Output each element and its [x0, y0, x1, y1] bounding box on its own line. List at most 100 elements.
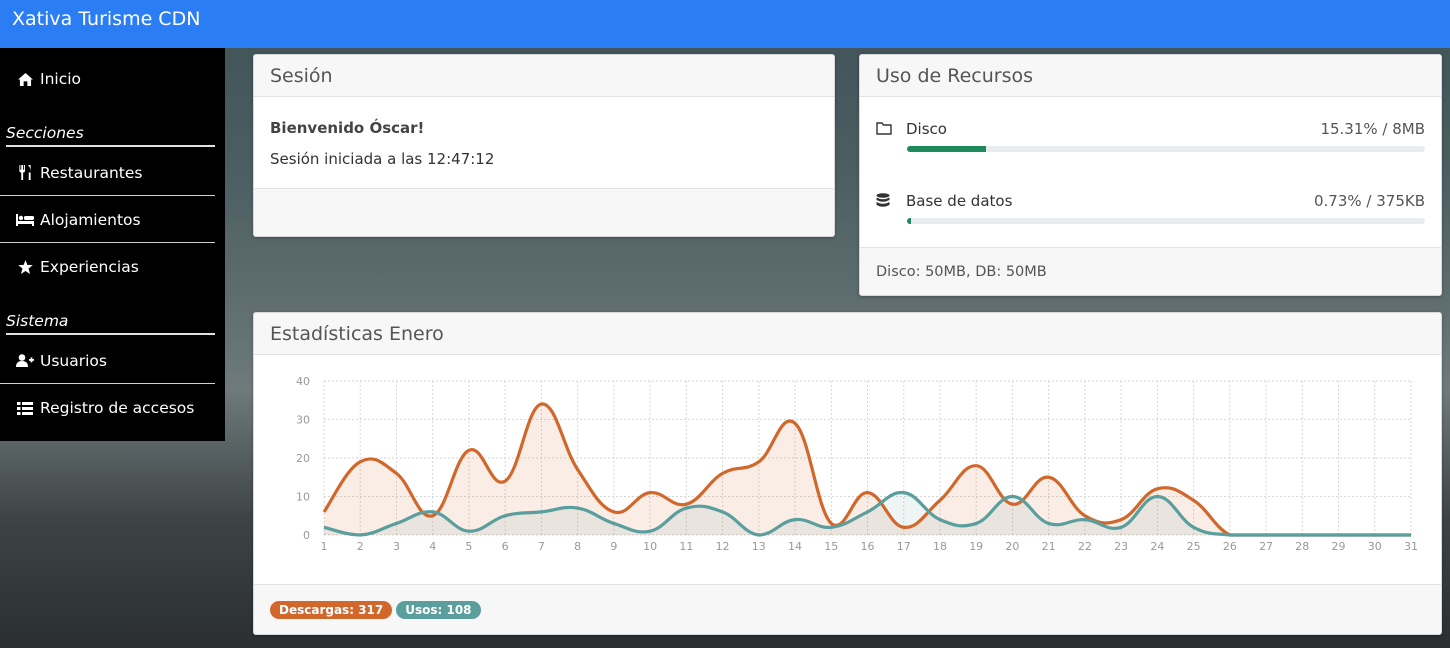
stats-card: Estadísticas Enero 0 10 20 30 40 1 2 3 4 5 6 7 8 9 10 1… [253, 312, 1442, 635]
data-point-descargas [866, 491, 869, 494]
db-progress-bar [907, 218, 1425, 224]
data-point-usos [721, 510, 724, 513]
bed-icon [16, 213, 34, 226]
data-point-usos [1047, 522, 1050, 525]
disk-progress-bar [907, 146, 1425, 152]
data-point-usos [576, 507, 579, 510]
data-point-descargas [1156, 487, 1159, 490]
utensils-icon [16, 165, 34, 180]
x-tick-label: 3 [393, 540, 400, 553]
data-point-usos [1011, 495, 1014, 498]
data-point-usos [359, 534, 362, 537]
db-label: Base de datos [906, 192, 1013, 210]
data-point-descargas [467, 449, 470, 452]
disk-label: Disco [906, 120, 947, 138]
x-tick-label: 22 [1078, 540, 1092, 553]
resources-card-title: Uso de Recursos [860, 55, 1441, 97]
sidebar-item-label: Inicio [40, 70, 82, 88]
data-point-usos [649, 530, 652, 533]
app-title[interactable]: Xativa Turisme CDN [12, 8, 200, 30]
data-point-descargas [1047, 476, 1050, 479]
session-start-text: Sesión iniciada a las 12:47:12 [270, 150, 495, 168]
downloads-badge: Descargas: 317 [270, 600, 393, 619]
data-point-usos [540, 510, 543, 513]
data-point-descargas [794, 422, 797, 425]
data-point-usos [1373, 534, 1376, 537]
user-plus-icon [16, 354, 34, 367]
x-tick-label: 21 [1042, 540, 1056, 553]
data-point-descargas [612, 510, 615, 513]
data-point-usos [1156, 495, 1159, 498]
data-point-descargas [902, 526, 905, 529]
data-point-descargas [1011, 503, 1014, 506]
data-point-usos [467, 530, 470, 533]
folder-icon [876, 121, 892, 139]
sidebar-item-usuarios[interactable]: Usuarios [0, 338, 215, 384]
data-point-descargas [576, 468, 579, 471]
data-point-usos [612, 522, 615, 525]
x-tick-label: 14 [788, 540, 802, 553]
data-point-usos [902, 491, 905, 494]
y-tick-label: 40 [296, 375, 310, 388]
resources-card: Uso de Recursos Disco 15.31% / 8MB Base … [859, 54, 1442, 296]
sidebar-item-registro-de-accesos[interactable]: Registro de accesos [0, 385, 215, 431]
data-point-usos [504, 514, 507, 517]
sidebar-item-label: Restaurantes [40, 163, 143, 182]
database-icon [876, 193, 890, 212]
home-icon [16, 72, 34, 86]
sidebar-section-secciones: Secciones [6, 124, 215, 147]
data-point-usos [685, 507, 688, 510]
session-card-footer [254, 188, 834, 236]
data-point-usos [1337, 534, 1340, 537]
data-point-usos [975, 522, 978, 525]
resources-footer-text: Disco: 50MB, DB: 50MB [876, 263, 1047, 280]
sidebar-item-alojamientos[interactable]: Alojamientos [0, 197, 215, 243]
session-card-title: Sesión [254, 55, 834, 97]
data-point-descargas [1192, 499, 1195, 502]
data-point-descargas [721, 472, 724, 475]
x-tick-label: 28 [1295, 540, 1309, 553]
x-tick-label: 9 [610, 540, 617, 553]
data-point-descargas [830, 522, 833, 525]
sidebar-item-experiencias[interactable]: Experiencias [0, 244, 215, 290]
data-point-descargas [1120, 518, 1123, 521]
stats-chart: 0102030401 2 3 4 5 6 7 8 9 10 11 12 13 14 15 16 17 18 19 20… [296, 375, 1418, 553]
x-tick-label: 13 [752, 540, 766, 553]
x-tick-label: 25 [1187, 540, 1201, 553]
data-point-usos [1192, 526, 1195, 529]
sidebar-item-restaurantes[interactable]: Restaurantes [0, 150, 215, 196]
list-icon [16, 401, 34, 415]
x-tick-label: 12 [716, 540, 730, 553]
data-point-usos [1083, 518, 1086, 521]
sidebar-item-label: Experiencias [40, 258, 139, 276]
welcome-text: Bienvenido Óscar! [270, 119, 425, 137]
x-tick-label: 2 [357, 540, 364, 553]
x-tick-label: 19 [969, 540, 983, 553]
data-point-usos [794, 518, 797, 521]
data-point-usos [830, 526, 833, 529]
data-point-descargas [1083, 514, 1086, 517]
db-progress-fill [907, 218, 912, 224]
x-tick-label: 7 [538, 540, 545, 553]
x-tick-label: 24 [1150, 540, 1164, 553]
x-tick-label: 5 [465, 540, 472, 553]
data-point-usos [757, 534, 760, 537]
x-tick-label: 18 [933, 540, 947, 553]
data-point-usos [395, 522, 398, 525]
y-tick-label: 10 [296, 491, 310, 504]
data-point-descargas [649, 491, 652, 494]
x-tick-label: 17 [897, 540, 911, 553]
x-tick-label: 4 [429, 540, 436, 553]
data-point-descargas [504, 480, 507, 483]
data-point-usos [938, 518, 941, 521]
data-point-usos [1120, 526, 1123, 529]
stats-card-title: Estadísticas Enero [254, 313, 1441, 355]
star-icon [16, 260, 34, 274]
sidebar-item-inicio[interactable]: Inicio [0, 56, 215, 102]
data-point-descargas [431, 514, 434, 517]
data-point-descargas [975, 464, 978, 467]
data-point-usos [1301, 534, 1304, 537]
disk-progress-fill [907, 146, 987, 152]
data-point-descargas [323, 510, 326, 513]
x-tick-label: 8 [574, 540, 581, 553]
